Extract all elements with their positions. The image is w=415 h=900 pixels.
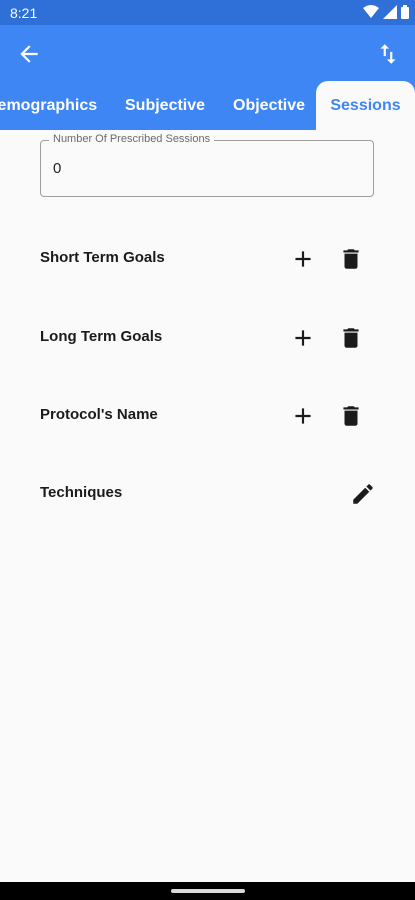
- status-icons: [363, 5, 409, 19]
- long-term-goals-row: Long Term Goals: [40, 323, 375, 353]
- pencil-icon[interactable]: [350, 481, 376, 507]
- tab-label: Subjective: [125, 97, 206, 114]
- tab-subjective[interactable]: Subjective: [125, 81, 205, 130]
- battery-icon: [401, 5, 409, 19]
- swap-vert-icon[interactable]: [375, 41, 401, 67]
- short-term-goals-row: Short Term Goals: [40, 244, 375, 274]
- techniques-row: Techniques: [40, 479, 375, 509]
- tab-demographics[interactable]: Demographics: [0, 81, 97, 130]
- plus-icon[interactable]: [290, 246, 316, 272]
- tab-label: Objective: [233, 97, 306, 114]
- prescribed-sessions-field[interactable]: Number Of Prescribed Sessions 0: [40, 133, 374, 197]
- tab-bar: Demographics Subjective Objective Sessio…: [0, 81, 415, 130]
- protocols-name-row: Protocol's Name: [40, 401, 375, 431]
- signal-icon: [383, 5, 397, 19]
- wifi-icon: [363, 5, 379, 18]
- system-nav-bar: [0, 882, 415, 900]
- techniques-label: Techniques: [40, 484, 123, 501]
- tab-label: Sessions: [330, 97, 401, 114]
- app-bar: Demographics Subjective Objective Sessio…: [0, 25, 415, 130]
- trash-icon[interactable]: [338, 325, 364, 351]
- plus-icon[interactable]: [290, 403, 316, 429]
- status-bar: 8:21: [0, 0, 415, 25]
- trash-icon[interactable]: [338, 403, 364, 429]
- long-term-goals-label: Long Term Goals: [40, 328, 163, 345]
- prescribed-sessions-value[interactable]: 0: [53, 160, 61, 177]
- tab-sessions[interactable]: Sessions: [316, 81, 415, 130]
- trash-icon[interactable]: [338, 246, 364, 272]
- status-time: 8:21: [10, 5, 38, 21]
- tab-label: Demographics: [0, 97, 98, 114]
- arrow-left-icon[interactable]: [16, 41, 42, 67]
- prescribed-sessions-label: Number Of Prescribed Sessions: [49, 133, 215, 145]
- short-term-goals-label: Short Term Goals: [40, 249, 165, 266]
- home-indicator[interactable]: [171, 889, 245, 893]
- protocols-name-label: Protocol's Name: [40, 406, 158, 423]
- tab-objective[interactable]: Objective: [233, 81, 305, 130]
- plus-icon[interactable]: [290, 325, 316, 351]
